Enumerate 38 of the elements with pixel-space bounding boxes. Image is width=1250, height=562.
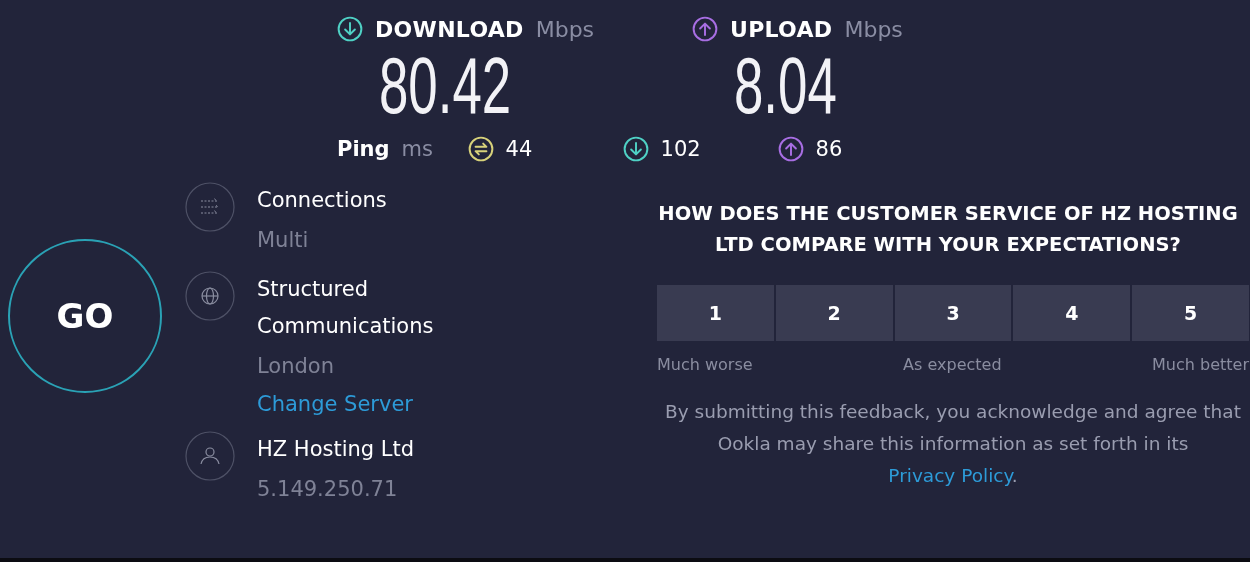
ping-icon [467, 136, 494, 162]
speed-label: DOWNLOAD [375, 16, 524, 42]
scale-label: Much better [1152, 355, 1249, 374]
server-title: Connections [257, 187, 388, 214]
speed-value: 8.04 [734, 44, 837, 128]
ping-unit: ms [401, 137, 434, 161]
rating-option[interactable]: 1 [657, 285, 774, 341]
server-title: Structured Communications [257, 276, 435, 340]
server-detail: London [257, 353, 335, 380]
ping-value: 102 [660, 137, 701, 161]
download-icon [337, 16, 363, 42]
rating-option[interactable]: 5 [1132, 285, 1249, 341]
privacy-policy-link[interactable]: Privacy Policy [888, 465, 1012, 486]
globe-icon [185, 271, 235, 321]
change-server-link[interactable]: Change Server [257, 387, 413, 421]
server-title: HZ Hosting Ltd [257, 436, 416, 463]
arrows-icon [185, 182, 235, 232]
speed-label: UPLOAD [730, 16, 833, 42]
server-detail: Multi [257, 227, 310, 254]
scale-label: As expected [903, 355, 1002, 374]
go-button[interactable]: GO [8, 239, 162, 393]
upload-icon [692, 16, 718, 42]
speed-unit: Mbps [535, 16, 595, 42]
person-icon [185, 431, 235, 481]
server-detail: 5.149.250.71 [257, 476, 399, 503]
ping-value: 86 [815, 137, 843, 161]
download-icon [622, 136, 649, 162]
upload-icon [777, 136, 804, 162]
speed-unit: Mbps [844, 16, 903, 42]
rating-option[interactable]: 2 [775, 285, 893, 341]
ping-value: 44 [505, 137, 533, 161]
feedback-disclaimer: By submitting this feedback, you acknowledge and agree that Ookla may share this information as set forth in its Privacy Policy. [664, 400, 1242, 488]
rating-option[interactable]: 3 [894, 285, 1012, 341]
rating-option[interactable]: 4 [1013, 285, 1131, 341]
scale-label: Much worse [657, 355, 753, 374]
feedback-question: HOW DOES THE CUSTOMER SERVICE OF HZ HOSTING LTD COMPARE WITH YOUR EXPECTATIONS? [657, 201, 1239, 258]
speed-value: 80.42 [379, 44, 512, 128]
ping-label: Ping [337, 137, 390, 161]
